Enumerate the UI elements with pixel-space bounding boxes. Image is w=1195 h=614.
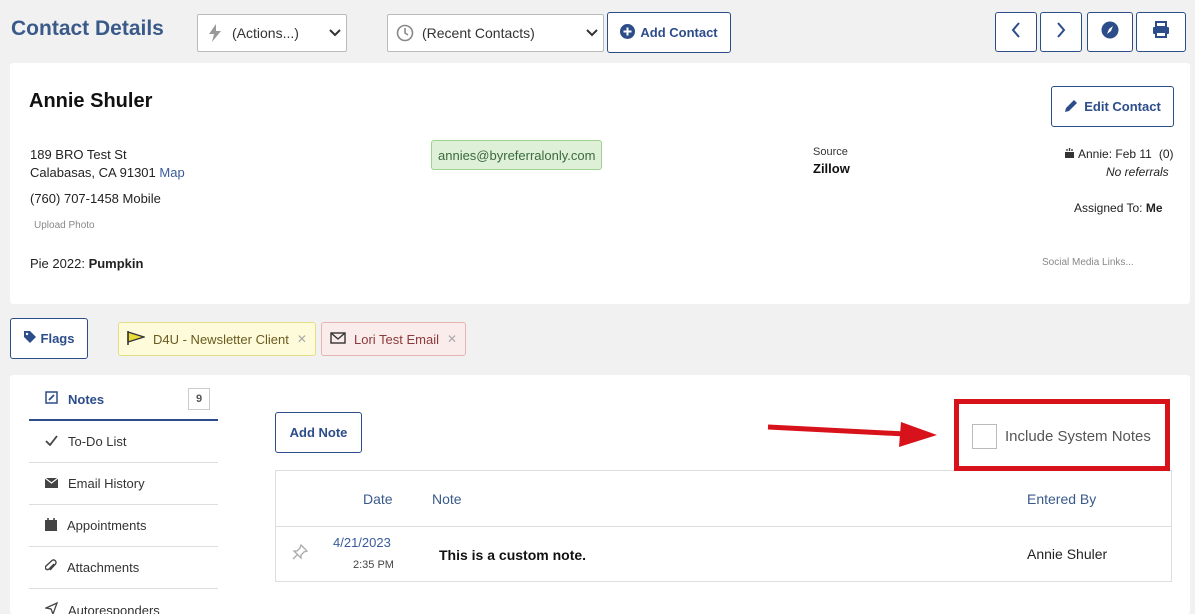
- paperclip-icon: [44, 559, 57, 576]
- map-link[interactable]: Map: [159, 165, 184, 180]
- flag-chip-newsletter[interactable]: D4U - Newsletter Client ✕: [118, 322, 316, 356]
- pennant-icon: [127, 330, 147, 348]
- edit-contact-button[interactable]: Edit Contact: [1051, 86, 1174, 127]
- chevron-right-icon: [1056, 21, 1066, 43]
- page-title: Contact Details: [11, 17, 164, 40]
- column-header-note[interactable]: Note: [432, 491, 462, 507]
- flag-chip-lori-test-email[interactable]: Lori Test Email ✕: [321, 322, 467, 356]
- printer-icon: [1152, 21, 1170, 43]
- envelope-icon: [330, 331, 346, 347]
- upload-photo-link[interactable]: Upload Photo: [34, 220, 95, 231]
- source-value: Zillow: [813, 161, 850, 176]
- add-note-button[interactable]: Add Note: [275, 412, 362, 453]
- chevron-down-icon: [581, 29, 603, 37]
- calendar-icon: [45, 517, 57, 534]
- recent-contacts-select[interactable]: (Recent Contacts): [387, 14, 604, 52]
- social-media-links[interactable]: Social Media Links...: [1042, 257, 1134, 268]
- annotation-highlight-box: [954, 399, 1170, 471]
- paper-plane-icon: [43, 601, 59, 614]
- assigned-to: Assigned To: Me: [1074, 201, 1163, 215]
- pencil-icon: [1064, 98, 1079, 116]
- sidebar-item-autoresponders[interactable]: Autoresponders: [29, 589, 218, 614]
- notes-table: Date Note Entered By 4/21/2023 2:35 PM T…: [275, 470, 1172, 582]
- phone-number: (760) 707-1458 Mobile: [30, 191, 161, 206]
- pie-field: Pie 2022: Pumpkin: [30, 256, 144, 271]
- column-header-entered-by[interactable]: Entered By: [1027, 491, 1096, 507]
- cake-icon: [1064, 147, 1075, 161]
- plus-circle-icon: [620, 23, 636, 42]
- referrals-text: No referrals: [1106, 165, 1169, 179]
- edit-icon: [45, 391, 58, 407]
- flags-button[interactable]: Flags: [10, 318, 88, 359]
- check-icon: [45, 434, 58, 449]
- sidebar-item-notes[interactable]: Notes 9: [29, 379, 218, 421]
- envelope-icon: [44, 476, 59, 491]
- actions-select[interactable]: (Actions...): [197, 14, 347, 52]
- chevron-left-icon: [1011, 21, 1021, 43]
- note-time: 2:35 PM: [353, 559, 394, 571]
- note-entered-by: Annie Shuler: [1027, 546, 1108, 562]
- sidebar-item-todo[interactable]: To-Do List: [29, 421, 218, 463]
- annotation-arrow: [767, 422, 937, 447]
- print-button[interactable]: [1136, 12, 1186, 52]
- notes-count-badge: 9: [188, 388, 210, 410]
- address-line-1: 189 BRO Test St: [30, 147, 127, 162]
- pin-icon[interactable]: [292, 543, 309, 565]
- add-contact-button[interactable]: Add Contact: [607, 12, 731, 53]
- previous-contact-button[interactable]: [995, 12, 1037, 52]
- email-chip[interactable]: annies@byreferralonly.com: [431, 140, 603, 170]
- contact-name: Annie Shuler: [29, 90, 153, 112]
- remove-flag-icon[interactable]: ✕: [297, 332, 307, 346]
- sidebar-item-email-history[interactable]: Email History: [29, 463, 218, 505]
- compass-icon: [1101, 21, 1119, 44]
- note-text: This is a custom note.: [439, 547, 587, 563]
- note-date-link[interactable]: 4/21/2023: [333, 535, 391, 550]
- lightning-icon: [198, 24, 232, 42]
- source-label: Source: [813, 146, 848, 158]
- clock-icon: [388, 24, 422, 42]
- chevron-down-icon: [324, 29, 346, 37]
- contact-card: Annie Shuler Edit Contact 189 BRO Test S…: [10, 63, 1190, 304]
- next-contact-button[interactable]: [1040, 12, 1082, 52]
- address-line-2: Calabasas, CA 91301 Map: [30, 165, 185, 180]
- remove-flag-icon[interactable]: ✕: [447, 332, 457, 346]
- compass-button[interactable]: [1087, 12, 1133, 52]
- sidebar-item-attachments[interactable]: Attachments: [29, 547, 218, 589]
- tag-icon: [23, 331, 36, 346]
- sidebar-item-appointments[interactable]: Appointments: [29, 505, 218, 547]
- birthday-info: Annie: Feb 11 (0): [1064, 147, 1174, 161]
- column-header-date[interactable]: Date: [363, 491, 393, 507]
